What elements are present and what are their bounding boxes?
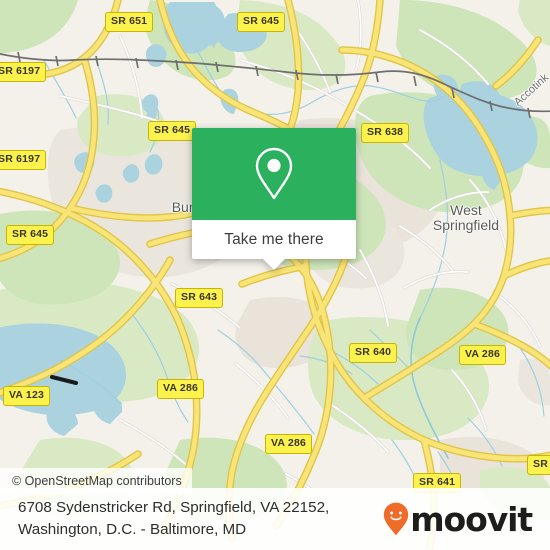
popup-icon-panel	[192, 128, 356, 220]
road-shield: SR 645	[6, 225, 55, 245]
moovit-map-screen: .water{fill:#aad3df;} .stream{fill:none;…	[0, 0, 550, 550]
road-shield: SR 645	[237, 12, 286, 32]
place-label-west-springfield-line2: Springfield	[432, 217, 500, 234]
popup-pointer	[263, 259, 285, 270]
moovit-brand[interactable]: moovit	[383, 502, 536, 536]
place-label-west-springfield-line1: West	[450, 202, 482, 218]
road-shield: SR 638	[361, 123, 410, 143]
take-me-there-label: Take me there	[224, 230, 324, 248]
road-shield: SR 6	[527, 455, 550, 475]
address-line-2: Washington, D.C. - Baltimore, MD	[18, 521, 247, 538]
road-shield: SR 643	[175, 288, 224, 308]
footer-bar: 6708 Sydenstricker Rd, Springfield, VA 2…	[0, 488, 550, 550]
road-shield: VA 286	[265, 434, 313, 454]
road-shield: VA 286	[157, 379, 205, 399]
address-block: 6708 Sydenstricker Rd, Springfield, VA 2…	[18, 497, 383, 540]
location-pin-icon	[255, 147, 293, 200]
road-shield: VA 123	[3, 386, 51, 406]
road-shield: SR 645	[148, 121, 197, 141]
road-shield: SR 6197	[0, 150, 47, 170]
osm-attribution-text: © OpenStreetMap contributors	[12, 474, 182, 488]
road-shield: VA 286	[459, 345, 507, 365]
road-shield: SR 640	[349, 343, 398, 363]
road-shield: SR 651	[105, 12, 154, 32]
place-label-west-springfield: West Springfield	[420, 202, 512, 234]
moovit-smiley-pin-icon	[384, 502, 409, 536]
take-me-there-button[interactable]: Take me there	[192, 220, 356, 259]
moovit-wordmark: moovit	[410, 499, 533, 539]
address-line-1: 6708 Sydenstricker Rd, Springfield, VA 2…	[18, 499, 330, 517]
road-shield: SR 6197	[0, 62, 47, 82]
destination-popup-card[interactable]: Take me there	[192, 128, 356, 270]
